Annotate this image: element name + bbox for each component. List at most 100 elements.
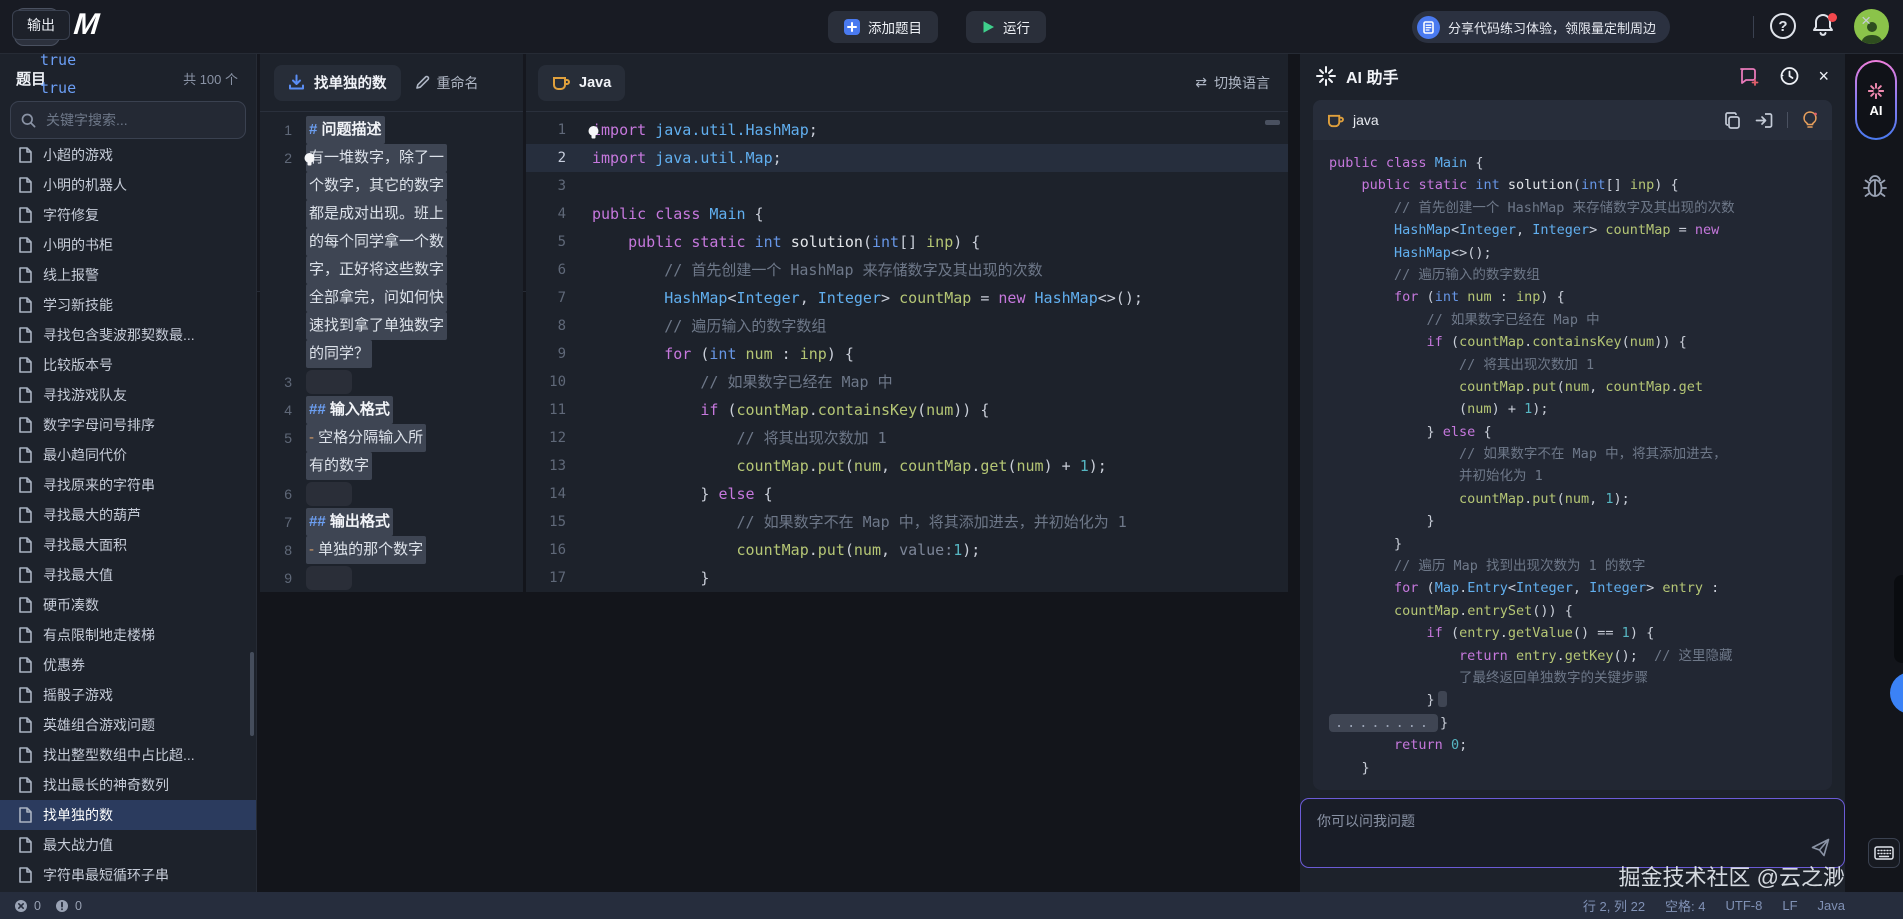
- problem-title-button[interactable]: 找单独的数: [274, 65, 401, 101]
- ai-input-box[interactable]: [1300, 798, 1845, 868]
- ai-rail-toggle[interactable]: AI: [1855, 60, 1897, 140]
- code-line[interactable]: 5 public static int solution(int[] inp) …: [526, 228, 1288, 256]
- close-output-icon[interactable]: ×: [1861, 12, 1871, 29]
- new-chat-icon[interactable]: [1738, 65, 1760, 87]
- code-editor[interactable]: 1import java.util.HashMap;2import java.u…: [526, 116, 1288, 592]
- md-line[interactable]: 8- 单独的那个数字: [260, 536, 523, 564]
- editor-scrollbar[interactable]: [1265, 120, 1280, 125]
- copy-icon[interactable]: [1724, 112, 1741, 129]
- status-item[interactable]: UTF-8: [1726, 898, 1763, 913]
- problem-editor[interactable]: 1# 问题描述2有一堆数字，除了一个数字，其它的数字都是成对出现。班上的每个同学…: [260, 116, 523, 592]
- md-line[interactable]: 速找到拿了单独数字: [260, 312, 523, 340]
- sidebar-item[interactable]: 小明的机器人: [0, 170, 256, 200]
- code-line[interactable]: 12 // 将其出现次数加 1: [526, 424, 1288, 452]
- sidebar-item[interactable]: 比较版本号: [0, 350, 256, 380]
- promo-badge[interactable]: 分享代码练习体验，领限量定制周边: [1412, 11, 1670, 43]
- md-line[interactable]: 7## 输出格式: [260, 508, 523, 536]
- sidebar-item[interactable]: 最大战力值: [0, 830, 256, 860]
- md-line[interactable]: 个数字，其它的数字: [260, 172, 523, 200]
- code-line[interactable]: 3: [526, 172, 1288, 200]
- md-line[interactable]: 1# 问题描述: [260, 116, 523, 144]
- sidebar-item[interactable]: 小明的书柜: [0, 230, 256, 260]
- code-line-current[interactable]: 2import java.util.Map;: [526, 144, 1288, 172]
- status-item[interactable]: LF: [1782, 898, 1797, 913]
- md-line[interactable]: 有的数字: [260, 452, 523, 480]
- sidebar-item[interactable]: 小超的游戏: [0, 140, 256, 170]
- code-line[interactable]: 7 HashMap<Integer, Integer> countMap = n…: [526, 284, 1288, 312]
- sidebar-item[interactable]: 寻找游戏队友: [0, 380, 256, 410]
- help-icon[interactable]: ?: [1770, 13, 1796, 39]
- search-input[interactable]: [44, 111, 235, 129]
- switch-language-button[interactable]: ⇄ 切换语言: [1195, 73, 1270, 93]
- sidebar-item[interactable]: 学习新技能: [0, 290, 256, 320]
- add-question-button[interactable]: 添加题目: [828, 11, 938, 43]
- keyboard-shortcuts-button[interactable]: [1868, 838, 1900, 868]
- sidebar-item[interactable]: 字符修复: [0, 200, 256, 230]
- sidebar-item[interactable]: 字符串最短循环子串: [0, 860, 256, 890]
- ai-question-input[interactable]: [1315, 809, 1789, 857]
- avatar[interactable]: [1854, 9, 1889, 44]
- sidebar-item[interactable]: 寻找最大值: [0, 560, 256, 590]
- code-line[interactable]: 1import java.util.HashMap;: [526, 116, 1288, 144]
- sidebar-item[interactable]: 寻找最大的葫芦: [0, 500, 256, 530]
- status-item[interactable]: 空格: 4: [1665, 896, 1705, 915]
- send-icon[interactable]: [1811, 838, 1830, 857]
- code-line[interactable]: 11 if (countMap.containsKey(num)) {: [526, 396, 1288, 424]
- sidebar-item[interactable]: 硬币凑数: [0, 590, 256, 620]
- sidebar-item-label: 学习新技能: [43, 295, 113, 315]
- code-line[interactable]: 8 // 遍历输入的数字数组: [526, 312, 1288, 340]
- md-line[interactable]: 9: [260, 564, 523, 592]
- rename-button[interactable]: 重命名: [415, 73, 479, 93]
- sidebar-item-selected[interactable]: 找单独的数: [0, 800, 256, 830]
- sidebar-item[interactable]: 找出整型数组中占比超...: [0, 740, 256, 770]
- code-line[interactable]: 9 for (int num : inp) {: [526, 340, 1288, 368]
- md-line[interactable]: 5- 空格分隔输入所: [260, 424, 523, 452]
- md-line[interactable]: 全部拿完，问如何快: [260, 284, 523, 312]
- history-icon[interactable]: [1778, 65, 1800, 87]
- md-line[interactable]: 的同学？: [260, 340, 523, 368]
- lightbulb-hint-icon[interactable]: [302, 149, 317, 177]
- debug-bug-icon[interactable]: [1862, 172, 1888, 200]
- code-line[interactable]: 10 // 如果数字已经在 Map 中: [526, 368, 1288, 396]
- sidebar-item[interactable]: 寻找最大面积: [0, 530, 256, 560]
- insert-code-icon[interactable]: [1755, 112, 1773, 129]
- errors-icon[interactable]: [14, 899, 28, 913]
- status-item[interactable]: 行 2, 列 22: [1583, 896, 1645, 915]
- sidebar-item[interactable]: 寻找原来的字符串: [0, 470, 256, 500]
- sidebar-item[interactable]: 线上报警: [0, 260, 256, 290]
- search-box[interactable]: [10, 101, 246, 139]
- lightbulb-icon[interactable]: [1802, 111, 1818, 129]
- sidebar-item[interactable]: 数字字母问号排序: [0, 410, 256, 440]
- sidebar-item[interactable]: 优惠券: [0, 650, 256, 680]
- md-line[interactable]: 都是成对出现。班上: [260, 200, 523, 228]
- run-button[interactable]: 运行: [966, 11, 1046, 43]
- md-line[interactable]: 6: [260, 480, 523, 508]
- code-line[interactable]: 16 countMap.put(num, value:1);: [526, 536, 1288, 564]
- language-tab-java[interactable]: Java: [538, 65, 625, 101]
- sidebar-scrollbar[interactable]: [250, 652, 254, 736]
- warnings-icon[interactable]: [55, 899, 69, 913]
- code-line[interactable]: 15 // 如果数字不在 Map 中，将其添加进去，并初始化为 1: [526, 508, 1288, 536]
- lightbulb-hint-icon[interactable]: [586, 121, 601, 149]
- notification-bell-icon[interactable]: [1812, 13, 1838, 39]
- md-line[interactable]: 2有一堆数字，除了一: [260, 144, 523, 172]
- status-item[interactable]: Java: [1818, 898, 1845, 913]
- code-line[interactable]: 13 countMap.put(num, countMap.get(num) +…: [526, 452, 1288, 480]
- md-line[interactable]: 3: [260, 368, 523, 396]
- collapsed-drawer-handle[interactable]: [1894, 575, 1903, 663]
- sidebar-item[interactable]: 寻找包含斐波那契数最...: [0, 320, 256, 350]
- floating-help-button[interactable]: ‹: [1890, 672, 1903, 714]
- md-line[interactable]: 字，正好将这些数字: [260, 256, 523, 284]
- sidebar-item[interactable]: 英雄组合游戏问题: [0, 710, 256, 740]
- sidebar-item[interactable]: 摇骰子游戏: [0, 680, 256, 710]
- sidebar-item[interactable]: 有点限制地走楼梯: [0, 620, 256, 650]
- sidebar-item[interactable]: 最小趋同代价: [0, 440, 256, 470]
- code-line[interactable]: 14 } else {: [526, 480, 1288, 508]
- md-line[interactable]: 的每个同学拿一个数: [260, 228, 523, 256]
- close-ai-icon[interactable]: ×: [1818, 67, 1829, 85]
- md-line[interactable]: 4## 输入格式: [260, 396, 523, 424]
- code-line[interactable]: 4public class Main {: [526, 200, 1288, 228]
- code-line[interactable]: 17 }: [526, 564, 1288, 592]
- code-line[interactable]: 6 // 首先创建一个 HashMap 来存储数字及其出现的次数: [526, 256, 1288, 284]
- sidebar-item[interactable]: 找出最长的神奇数列: [0, 770, 256, 800]
